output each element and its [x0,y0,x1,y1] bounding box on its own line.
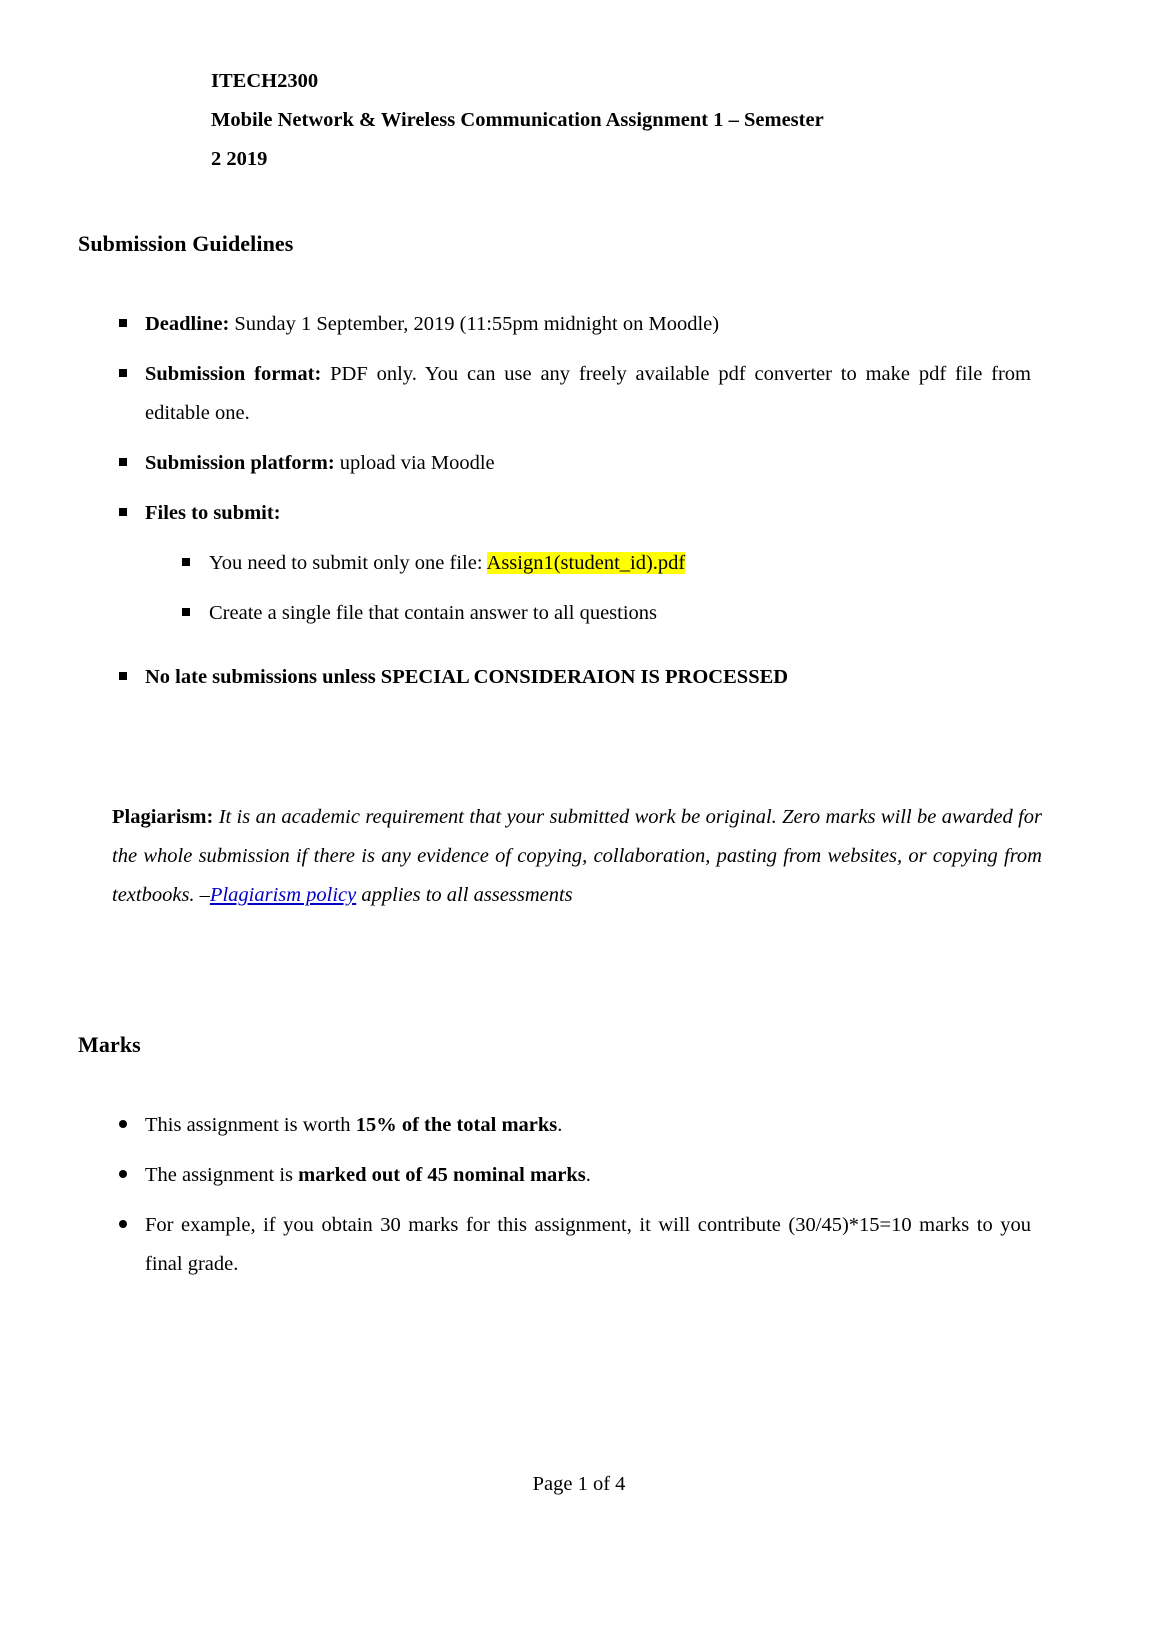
files-to-submit-label: Files to submit: [145,502,281,524]
submission-guidelines-heading: Submission Guidelines [78,231,294,256]
assignment-title-line-1: Mobile Network & Wireless Communication … [211,109,824,131]
square-bullet-icon [119,444,127,483]
list-item: Submission format: PDF only. You can use… [119,355,1031,433]
deadline-label: Deadline: [145,313,230,335]
marks-list: This assignment is worth 15% of the tota… [0,1106,1158,1284]
nominal-marks-suffix: . [585,1164,591,1186]
list-item: The assignment is marked out of 45 nomin… [119,1156,1031,1195]
marks-heading: Marks [78,1032,141,1057]
document-title-block: ITECH2300 Mobile Network & Wireless Comm… [211,62,901,179]
square-bullet-icon [182,544,190,583]
round-bullet-icon [119,1206,127,1245]
no-late-submissions-notice: No late submissions unless SPECIAL CONSI… [145,666,789,688]
deadline-value: Sunday 1 September, 2019 (11:55pm midnig… [229,313,720,335]
list-item: No late submissions unless SPECIAL CONSI… [119,658,1031,697]
round-bullet-icon [119,1106,127,1145]
plagiarism-paragraph: Plagiarism: It is an academic requiremen… [112,798,1042,915]
square-bullet-icon [119,355,127,394]
marks-weight-suffix: . [557,1114,563,1136]
course-code: ITECH2300 [211,70,319,92]
square-bullet-icon [182,594,190,633]
submission-platform-label: Submission platform: [145,452,335,474]
single-file-instruction: You need to submit only one file: [209,552,487,574]
submission-platform-value: upload via Moodle [334,452,495,474]
single-file-answers-instruction: Create a single file that contain answer… [209,602,658,624]
page-number-indicator: Page 1 of 4 [532,1473,626,1495]
square-bullet-icon [119,494,127,533]
square-bullet-icon [119,305,127,344]
submission-format-label: Submission format: [145,363,322,385]
list-item: Create a single file that contain answer… [182,594,1031,633]
list-item: This assignment is worth 15% of the tota… [119,1106,1031,1145]
list-item: For example, if you obtain 30 marks for … [119,1206,1031,1284]
required-filename: Assign1(student_id).pdf [486,552,686,574]
document-page: ITECH2300 Mobile Network & Wireless Comm… [0,0,1158,1638]
marks-weight-text: This assignment is worth [145,1114,356,1136]
nominal-marks-text: The assignment is [145,1164,299,1186]
round-bullet-icon [119,1156,127,1195]
plagiarism-text-after-link: applies to all assessments [356,884,573,906]
plagiarism-label: Plagiarism: [112,806,214,828]
list-item: Deadline: Sunday 1 September, 2019 (11:5… [119,305,1031,344]
assignment-title-line-2: 2 2019 [211,148,268,170]
plagiarism-policy-link[interactable]: Plagiarism policy [210,884,356,906]
square-bullet-icon [119,658,127,697]
nominal-marks-value: marked out of 45 nominal marks [298,1164,586,1186]
page-footer: Page 1 of 4 [0,1473,1158,1496]
marks-weight-value: 15% of the total marks [355,1114,558,1136]
list-item: You need to submit only one file: Assign… [182,544,1031,583]
marks-example-text: For example, if you obtain 30 marks for … [145,1214,1031,1275]
submission-guidelines-list: Deadline: Sunday 1 September, 2019 (11:5… [0,305,1158,697]
list-item: Submission platform: upload via Moodle [119,444,1031,483]
list-item: Files to submit: [119,494,1031,533]
